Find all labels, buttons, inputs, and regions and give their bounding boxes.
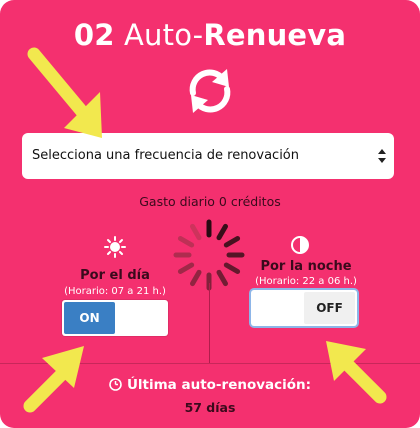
spinner-tick [216,269,228,287]
vertical-divider [209,283,210,363]
night-toggle-off[interactable]: OFF [304,292,355,324]
auto-renew-panel: 02 Auto-Renueva Selecciona una frecuenci… [0,0,420,428]
clock-icon [109,378,122,391]
last-renewal-title-text: Última auto-renovación: [126,377,312,393]
spinner-tick [223,262,241,274]
daily-cost-text: Gasto diario 0 créditos [139,194,281,209]
spinner-tick [223,236,241,248]
night-toggle[interactable]: OFF [251,290,357,326]
loading-spinner-icon [173,219,245,291]
frequency-select-label: Selecciona una frecuencia de renovación [32,148,299,163]
arrow-annotation-icon [23,346,84,413]
day-toggle[interactable]: ON [62,300,168,336]
sun-icon [104,236,126,258]
spinner-tick [177,236,195,248]
spinner-tick [190,223,202,241]
half-moon-icon [291,236,309,254]
day-schedule: (Horario: 07 a 21 h.) [64,286,166,297]
sort-caret-icon [378,149,386,163]
title-regular: Auto- [124,18,204,52]
arrow-annotation-icon [27,47,102,138]
spinner-tick [216,223,228,241]
night-schedule: (Horario: 22 a 06 h.) [255,276,357,287]
day-toggle-on[interactable]: ON [64,302,115,334]
arrow-annotation-icon [326,341,387,404]
day-label: Por el día [80,268,150,283]
title-bold: Renueva [203,18,347,52]
spinner-tick [177,262,195,274]
spinner-tick [190,269,202,287]
night-label: Por la noche [260,259,352,274]
refresh-icon [189,69,231,113]
